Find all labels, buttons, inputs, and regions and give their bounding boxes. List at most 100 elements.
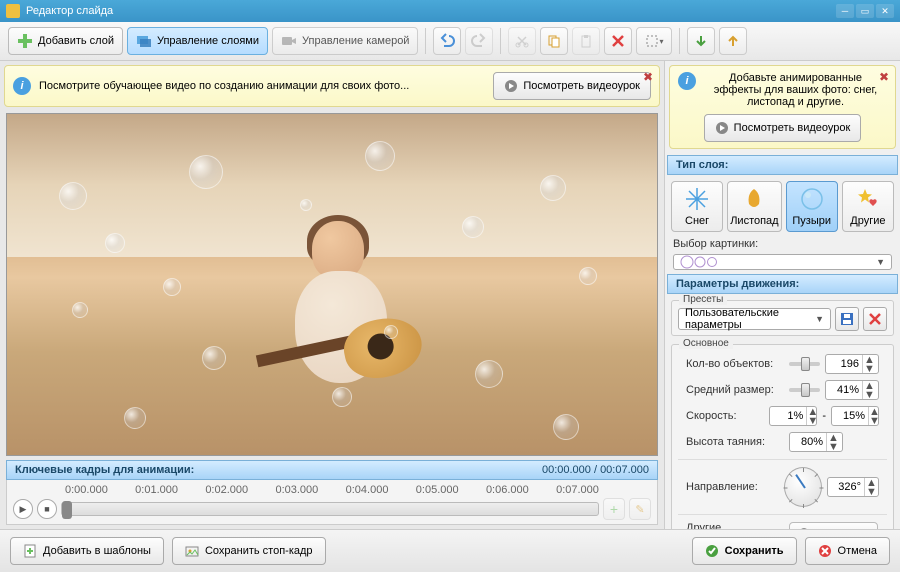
watch-video-label: Посмотреть видеоурок [523, 80, 640, 92]
manage-layers-button[interactable]: Управление слоями [127, 27, 268, 55]
speed-to-input[interactable]: ▲▼ [831, 406, 879, 426]
manage-layers-label: Управление слоями [157, 35, 259, 47]
count-input[interactable]: ▲▼ [825, 354, 879, 374]
direction-dial[interactable] [784, 467, 822, 507]
tip-bar-right: i Добавьте анимированные эффекты для ваш… [669, 65, 896, 149]
floppy-icon [840, 312, 854, 326]
delete-button[interactable] [604, 27, 632, 55]
plus-icon: + [610, 501, 618, 517]
minimize-button[interactable]: ─ [836, 4, 854, 18]
camera-icon [281, 33, 297, 49]
close-tip-button[interactable]: ✖ [641, 70, 655, 84]
slide-preview[interactable] [6, 113, 658, 456]
delete-preset-button[interactable] [863, 307, 887, 331]
left-column: i Посмотрите обучающее видео по созданию… [0, 61, 665, 529]
close-tip-button[interactable]: ✖ [877, 70, 891, 84]
tip-bar-left: i Посмотрите обучающее видео по созданию… [4, 65, 660, 107]
gear-icon [798, 528, 810, 529]
melt-input[interactable]: ▲▼ [789, 432, 843, 452]
check-icon [705, 544, 719, 558]
info-icon: i [13, 77, 31, 95]
fit-button[interactable]: ▾ [636, 27, 672, 55]
delete-icon [869, 313, 881, 325]
direction-row: Направление: ▲▼ [678, 464, 887, 510]
cut-icon [515, 34, 529, 48]
size-slider[interactable] [789, 388, 820, 392]
add-layer-button[interactable]: Добавить слой [8, 27, 123, 55]
count-slider[interactable] [789, 362, 820, 366]
keyframes-time: 00:00.000 / 00:07.000 [542, 464, 649, 476]
preset-combo[interactable]: Пользовательские параметры ▼ [678, 308, 831, 330]
tip-text-right: Добавьте анимированные эффекты для ваших… [704, 72, 887, 108]
add-keyframe-button[interactable]: + [603, 498, 625, 520]
maximize-button[interactable]: ▭ [856, 4, 874, 18]
watch-video-button-right[interactable]: Посмотреть видеоурок [704, 114, 862, 142]
main-group: Основное Кол-во объектов: ▲▼ Средний раз… [671, 344, 894, 529]
size-input[interactable]: ▲▼ [825, 380, 879, 400]
presets-group-label: Пресеты [679, 294, 727, 305]
chevron-down-icon: ▼ [876, 257, 885, 267]
manage-camera-button[interactable]: Управление камерой [272, 27, 418, 55]
type-bubbles-button[interactable]: Пузыри [786, 181, 838, 232]
toolbar-separator [679, 28, 680, 54]
app-icon [6, 4, 20, 18]
edit-keyframe-button[interactable]: ✎ [629, 498, 651, 520]
close-window-button[interactable]: ✕ [876, 4, 894, 18]
time-ruler: 0:00.0000:01.0000:02.0000:03.0000:04.000… [65, 484, 599, 496]
timeline-track[interactable] [61, 502, 599, 516]
plus-file-icon [23, 544, 37, 558]
timeline-marker[interactable] [62, 501, 72, 519]
keyframes-header: Ключевые кадры для анимации: 00:00.000 /… [6, 460, 658, 480]
move-down-button[interactable] [687, 27, 715, 55]
redo-icon [471, 33, 487, 49]
presets-group: Пресеты Пользовательские параметры ▼ [671, 300, 894, 336]
video-icon [504, 79, 518, 93]
stop-button[interactable]: ■ [37, 499, 57, 519]
preset-value: Пользовательские параметры [685, 307, 815, 331]
motion-params-header: Параметры движения: [667, 274, 898, 294]
cancel-icon [818, 544, 832, 558]
undo-button[interactable] [433, 27, 461, 55]
play-button[interactable]: ▶ [13, 499, 33, 519]
pick-image-label: Выбор картинки: [665, 236, 900, 252]
chevron-down-icon: ▼ [815, 314, 824, 324]
info-icon: i [678, 72, 696, 90]
frame-icon [185, 544, 199, 558]
type-snow-button[interactable]: Снег [671, 181, 723, 232]
main-toolbar: Добавить слой Управление слоями Управлен… [0, 22, 900, 61]
cut-button[interactable] [508, 27, 536, 55]
timeline: 0:00.0000:01.0000:02.0000:03.0000:04.000… [6, 480, 658, 525]
count-row: Кол-во объектов: ▲▼ [678, 351, 887, 377]
melt-row: Высота таяния: ▲▼ [678, 429, 887, 455]
layer-type-row: Снег Листопад Пузыри Другие [665, 177, 900, 236]
keyframes-title: Ключевые кадры для анимации: [15, 464, 194, 476]
star-heart-icon [855, 186, 881, 212]
watch-video-button[interactable]: Посмотреть видеоурок [493, 72, 651, 100]
undo-icon [439, 33, 455, 49]
footer-bar: Добавить в шаблоны Сохранить стоп-кадр С… [0, 529, 900, 572]
paste-button[interactable] [572, 27, 600, 55]
titlebar: Редактор слайда ─ ▭ ✕ [0, 0, 900, 22]
tune-button[interactable]: Настроить [789, 522, 878, 529]
type-leaves-button[interactable]: Листопад [727, 181, 781, 232]
main-group-label: Основное [679, 338, 733, 349]
toolbar-separator [500, 28, 501, 54]
right-panel: i Добавьте анимированные эффекты для ваш… [665, 61, 900, 529]
fit-icon [645, 34, 659, 48]
save-preset-button[interactable] [835, 307, 859, 331]
speed-from-input[interactable]: ▲▼ [769, 406, 817, 426]
copy-button[interactable] [540, 27, 568, 55]
paste-icon [579, 34, 593, 48]
size-row: Средний размер: ▲▼ [678, 377, 887, 403]
tip-text: Посмотрите обучающее видео по созданию а… [39, 80, 485, 92]
redo-button[interactable] [465, 27, 493, 55]
delete-icon [611, 34, 625, 48]
layers-icon [136, 33, 152, 49]
image-picker-combo[interactable]: ▼ [673, 254, 892, 270]
type-others-button[interactable]: Другие [842, 181, 894, 232]
preview-subject [280, 209, 410, 409]
move-up-button[interactable] [719, 27, 747, 55]
add-layer-label: Добавить слой [38, 35, 114, 47]
plus-icon [17, 33, 33, 49]
direction-input[interactable]: ▲▼ [827, 477, 879, 497]
